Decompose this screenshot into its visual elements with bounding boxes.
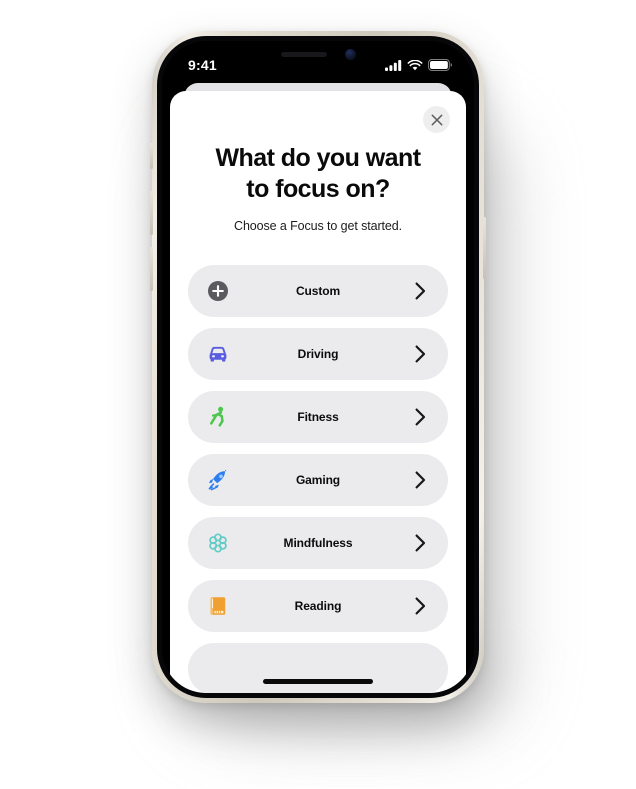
power-button[interactable] — [483, 217, 486, 279]
chevron-right-icon — [415, 345, 426, 363]
close-icon — [431, 114, 442, 125]
page-title-line-1: What do you want — [215, 144, 421, 172]
close-button[interactable] — [423, 106, 450, 133]
chevron-right-icon — [415, 282, 426, 300]
chevron-right-icon — [415, 408, 426, 426]
chevron-right-icon — [415, 534, 426, 552]
focus-option-driving[interactable]: Driving — [188, 327, 448, 380]
focus-option-reading[interactable]: Reading — [188, 579, 448, 632]
running-icon — [206, 405, 230, 429]
cellular-bars-icon — [385, 59, 402, 71]
flower-icon — [206, 531, 230, 555]
focus-option-custom[interactable]: Custom — [188, 264, 448, 317]
car-icon — [206, 342, 230, 366]
book-icon — [206, 594, 230, 618]
battery-icon — [428, 59, 452, 71]
home-indicator[interactable] — [263, 679, 373, 684]
status-bar: 9:41 — [162, 41, 474, 85]
chevron-right-icon — [415, 471, 426, 489]
silence-switch[interactable] — [150, 143, 153, 169]
chevron-right-icon — [415, 597, 426, 615]
rocket-icon — [206, 468, 230, 492]
status-bar-time: 9:41 — [188, 57, 217, 73]
focus-option-mindfulness[interactable]: Mindfulness — [188, 516, 448, 569]
focus-options-list: Custom Driving Fitness Gaming Mindfulnes… — [170, 264, 466, 693]
wifi-icon — [407, 59, 423, 70]
phone-device-frame: 9:41 What do you want to focus on? Choos… — [150, 31, 486, 703]
focus-option-partial-next[interactable] — [188, 642, 448, 693]
plus-circle-icon — [206, 279, 230, 303]
status-bar-icons — [385, 59, 452, 71]
volume-down-button[interactable] — [150, 247, 153, 291]
sheet-header: What do you want to focus on? Choose a F… — [170, 91, 466, 233]
focus-option-gaming[interactable]: Gaming — [188, 453, 448, 506]
phone-screen: 9:41 What do you want to focus on? Choos… — [162, 41, 474, 693]
focus-option-fitness[interactable]: Fitness — [188, 390, 448, 443]
page-title-line-2: to focus on? — [246, 174, 390, 203]
page-title: What do you want to focus on? — [196, 143, 440, 205]
volume-up-button[interactable] — [150, 191, 153, 235]
focus-picker-sheet: What do you want to focus on? Choose a F… — [170, 91, 466, 693]
page-subtitle: Choose a Focus to get started. — [234, 218, 402, 233]
